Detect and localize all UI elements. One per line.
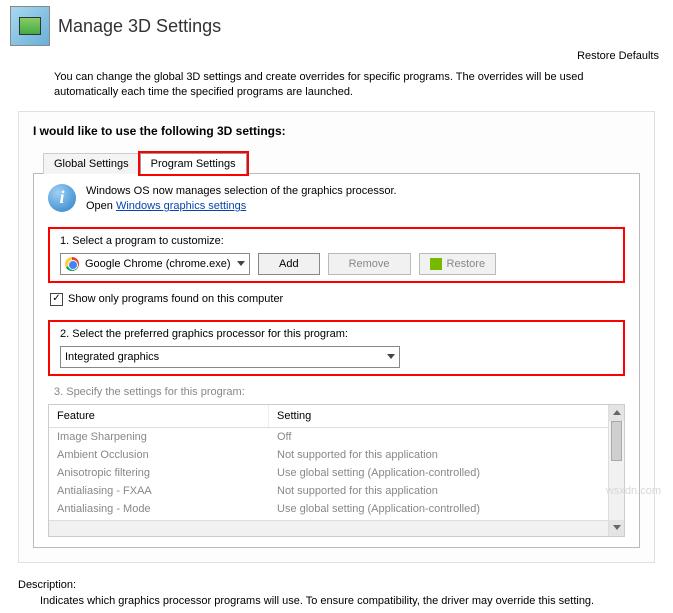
- remove-button: Remove: [328, 253, 411, 275]
- col-setting[interactable]: Setting: [269, 405, 624, 427]
- horizontal-scrollbar[interactable]: [49, 520, 608, 536]
- chevron-down-icon: [387, 354, 395, 359]
- program-select-value: Google Chrome (chrome.exe): [85, 258, 231, 270]
- app-icon: [10, 6, 50, 46]
- step1-label: 1. Select a program to customize:: [60, 235, 613, 247]
- step3-label: 3. Specify the settings for this program…: [54, 386, 625, 398]
- scroll-down-button[interactable]: [609, 520, 624, 536]
- vertical-scrollbar[interactable]: [608, 405, 624, 536]
- info-icon: i: [48, 184, 76, 212]
- description-text: Indicates which graphics processor progr…: [18, 595, 655, 607]
- chevron-down-icon: [237, 261, 245, 266]
- prefs-heading: I would like to use the following 3D set…: [33, 124, 640, 138]
- step2-box: 2. Select the preferred graphics process…: [48, 320, 625, 376]
- col-feature[interactable]: Feature: [49, 405, 269, 427]
- table-row: Image SharpeningOff: [49, 428, 624, 446]
- settings-panel: I would like to use the following 3D set…: [18, 111, 655, 563]
- tab-program-settings[interactable]: Program Settings: [140, 153, 247, 174]
- intro-text: You can change the global 3D settings an…: [0, 66, 673, 111]
- scroll-thumb[interactable]: [611, 421, 622, 461]
- info-line1: Windows OS now manages selection of the …: [86, 185, 397, 197]
- windows-graphics-settings-link[interactable]: Windows graphics settings: [116, 200, 246, 212]
- gpu-select[interactable]: Integrated graphics: [60, 346, 400, 368]
- gpu-select-value: Integrated graphics: [65, 351, 381, 363]
- table-row: Anisotropic filteringUse global setting …: [49, 464, 624, 482]
- add-button[interactable]: Add: [258, 253, 320, 275]
- settings-table: Feature Setting Image SharpeningOff Ambi…: [48, 404, 625, 537]
- nvidia-icon: [430, 258, 442, 270]
- tab-global-settings[interactable]: Global Settings: [43, 153, 140, 174]
- info-line2-prefix: Open: [86, 200, 116, 212]
- info-text: Windows OS now manages selection of the …: [86, 184, 397, 215]
- show-only-checkbox[interactable]: ✓: [50, 293, 63, 306]
- table-row: Ambient OcclusionNot supported for this …: [49, 446, 624, 464]
- chrome-icon: [65, 257, 79, 271]
- restore-defaults-link[interactable]: Restore Defaults: [0, 48, 673, 66]
- scroll-up-button[interactable]: [609, 405, 624, 421]
- step2-label: 2. Select the preferred graphics process…: [60, 328, 613, 340]
- restore-button: Restore: [419, 253, 497, 275]
- table-row: Antialiasing - ModeUse global setting (A…: [49, 500, 624, 518]
- show-only-label: Show only programs found on this compute…: [68, 293, 283, 305]
- restore-button-label: Restore: [447, 258, 486, 270]
- step1-box: 1. Select a program to customize: Google…: [48, 227, 625, 283]
- description-title: Description:: [18, 579, 655, 591]
- table-row: Antialiasing - FXAANot supported for thi…: [49, 482, 624, 500]
- watermark: wsxdn.com: [606, 485, 661, 497]
- program-select[interactable]: Google Chrome (chrome.exe): [60, 253, 250, 275]
- page-title: Manage 3D Settings: [58, 16, 663, 37]
- tab-body: i Windows OS now manages selection of th…: [33, 173, 640, 548]
